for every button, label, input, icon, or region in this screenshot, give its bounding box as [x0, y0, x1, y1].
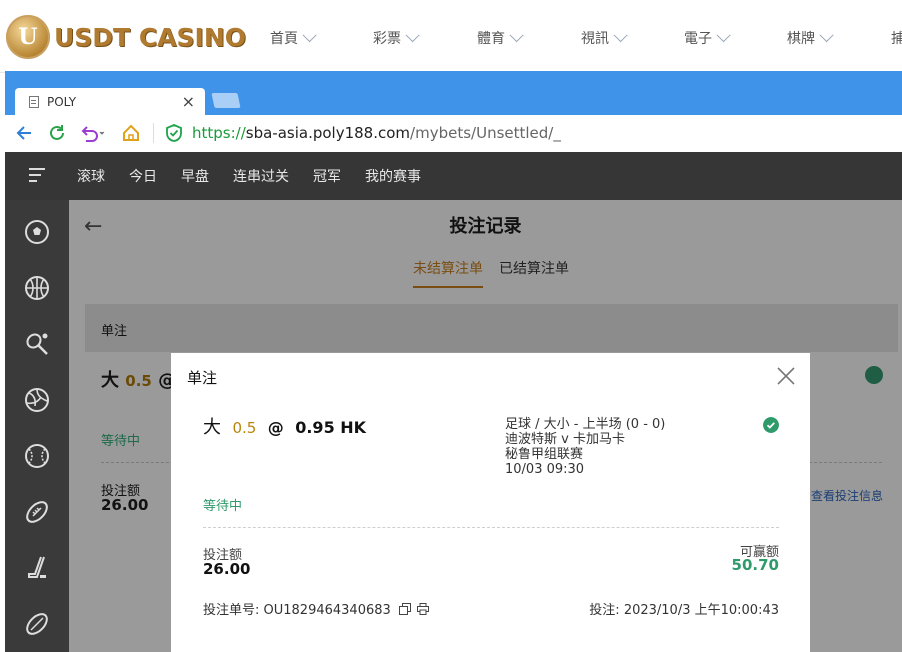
nav-item-cards[interactable]: 棋牌: [787, 28, 891, 48]
nav-in-play[interactable]: 滚球: [77, 166, 105, 186]
nav-my-events[interactable]: 我的赛事: [365, 166, 421, 186]
nav-item-live[interactable]: 視訊: [581, 28, 684, 48]
nav-parlay[interactable]: 连串过关: [233, 166, 289, 186]
tab-settled[interactable]: 已结算注单: [499, 258, 569, 288]
logo-text: USDT CASINO: [54, 22, 246, 52]
bet-reference: 投注单号: OU1829464340683: [203, 599, 430, 618]
bet-selection: 大 0.5 @: [101, 366, 176, 392]
nav-label: 捕: [891, 31, 902, 47]
sports-sidebar: [5, 200, 69, 652]
back-icon[interactable]: [15, 123, 35, 143]
rugby-icon[interactable]: [23, 610, 51, 638]
url-path: /mybets/Unsettled/_: [410, 124, 561, 142]
section-title: 单注: [101, 324, 128, 339]
site-nav: 首頁 彩票 體育 視訊 電子 棋牌 捕: [270, 28, 902, 48]
basketball-icon[interactable]: [23, 274, 51, 302]
status-check-icon: [865, 366, 883, 384]
new-tab-button[interactable]: [211, 93, 241, 108]
handicap-line: 0.5: [125, 372, 152, 390]
undo-icon[interactable]: [79, 123, 107, 143]
tennis-icon[interactable]: [23, 330, 51, 358]
section-header: 单注: [85, 304, 898, 352]
refresh-icon[interactable]: [47, 123, 67, 143]
bet-status: 等待中: [203, 499, 243, 514]
nav-label: 體育: [477, 31, 505, 47]
baseball-icon[interactable]: [23, 442, 51, 470]
nav-today[interactable]: 今日: [129, 166, 157, 186]
bet-status: 等待中: [101, 434, 141, 449]
market-type: 足球 / 大小 - 上半场 (0 - 0): [505, 417, 666, 432]
page-title: 投注记录: [449, 216, 522, 237]
match-time: 10/03 09:30: [505, 462, 585, 477]
logo-emblem: U: [6, 15, 50, 59]
sports-nav: 滚球 今日 早盘 连串过关 冠军 我的赛事: [5, 152, 902, 200]
address-bar[interactable]: https://sba-asia.poly188.com/mybets/Unse…: [192, 124, 561, 142]
nav-outright[interactable]: 冠军: [313, 166, 341, 186]
shield-check-icon[interactable]: [165, 123, 183, 143]
odds-value: 0.95 HK: [295, 418, 367, 437]
url-protocol: https://: [192, 124, 246, 142]
browser-tab[interactable]: POLY ×: [15, 88, 205, 115]
stake-amount: 26.00: [101, 496, 149, 514]
modal-title: 单注: [187, 369, 218, 387]
divider: [203, 527, 779, 528]
selection-text: 大: [101, 370, 119, 391]
hamburger-menu-icon[interactable]: [29, 168, 45, 186]
chevron-down-icon: [405, 28, 420, 43]
chevron-down-icon: [613, 28, 628, 43]
time-label: 投注:: [589, 603, 624, 618]
site-logo[interactable]: U USDT CASINO: [6, 14, 246, 60]
market-info: 足球 / 大小 - 上半场 (0 - 0) 迪波特斯 v 卡加马卡 秘鲁甲组联赛…: [505, 417, 665, 477]
browser-toolbar: https://sba-asia.poly188.com/mybets/Unse…: [5, 115, 902, 153]
copy-icon[interactable]: [398, 603, 411, 615]
bet-selection: 大 0.5 @ 0.95 HK: [203, 413, 366, 439]
site-header: U USDT CASINO 首頁 彩票 體育 視訊 電子 棋牌 捕: [0, 0, 902, 73]
toolbar-divider: [153, 123, 154, 143]
nav-early[interactable]: 早盘: [181, 166, 209, 186]
ice-hockey-icon[interactable]: [23, 554, 51, 582]
nav-label: 視訊: [581, 31, 609, 47]
match-teams: 迪波特斯 v 卡加马卡: [505, 432, 625, 447]
bet-tabs: 未结算注单 已结算注单: [413, 258, 569, 288]
tab-title: POLY: [47, 94, 77, 109]
tab-strip: POLY ×: [5, 71, 902, 115]
bet-time: 投注: 2023/10/3 上午10:00:43: [589, 599, 779, 618]
nav-item-fishing[interactable]: 捕: [891, 28, 902, 48]
stake-amount: 26.00: [203, 560, 251, 578]
chevron-down-icon: [302, 28, 317, 43]
selection-text: 大: [203, 417, 221, 438]
time-value: 2023/10/3 上午10:00:43: [623, 603, 779, 618]
view-bet-details-link[interactable]: 查看投注信息: [811, 487, 883, 504]
chevron-down-icon: [509, 28, 524, 43]
soccer-icon[interactable]: [23, 218, 51, 246]
document-icon: [29, 95, 39, 108]
potential-win-amount: 50.70: [731, 556, 779, 574]
at-sign: @: [267, 418, 284, 437]
handicap-line: 0.5: [232, 419, 257, 437]
ref-label: 投注单号:: [203, 603, 264, 618]
sports-nav-items: 滚球 今日 早盘 连串过关 冠军 我的赛事: [77, 166, 445, 186]
nav-item-sports[interactable]: 體育: [477, 28, 581, 48]
close-tab-icon[interactable]: ×: [182, 92, 195, 111]
nav-label: 首頁: [270, 31, 298, 47]
league-name: 秘鲁甲组联赛: [505, 447, 584, 462]
american-football-icon[interactable]: [23, 498, 51, 526]
url-host: sba-asia.poly188.com: [245, 124, 411, 142]
print-icon[interactable]: [417, 603, 430, 615]
nav-label: 棋牌: [787, 31, 815, 47]
bet-detail-modal: 单注 大 0.5 @ 0.95 HK 足球 / 大小 - 上半场 (0 - 0)…: [171, 353, 810, 652]
chevron-down-icon: [819, 28, 834, 43]
nav-item-slots[interactable]: 電子: [684, 28, 787, 48]
volleyball-icon[interactable]: [23, 386, 51, 414]
nav-item-home[interactable]: 首頁: [270, 28, 373, 48]
home-icon[interactable]: [121, 123, 141, 143]
close-icon[interactable]: [775, 365, 797, 387]
tab-unsettled[interactable]: 未结算注单: [413, 258, 483, 288]
nav-item-lottery[interactable]: 彩票: [373, 28, 477, 48]
chevron-down-icon: [716, 28, 731, 43]
ref-number: OU1829464340683: [263, 603, 391, 618]
nav-label: 電子: [684, 31, 712, 47]
nav-label: 彩票: [373, 31, 401, 47]
check-circle-icon: [763, 417, 779, 433]
